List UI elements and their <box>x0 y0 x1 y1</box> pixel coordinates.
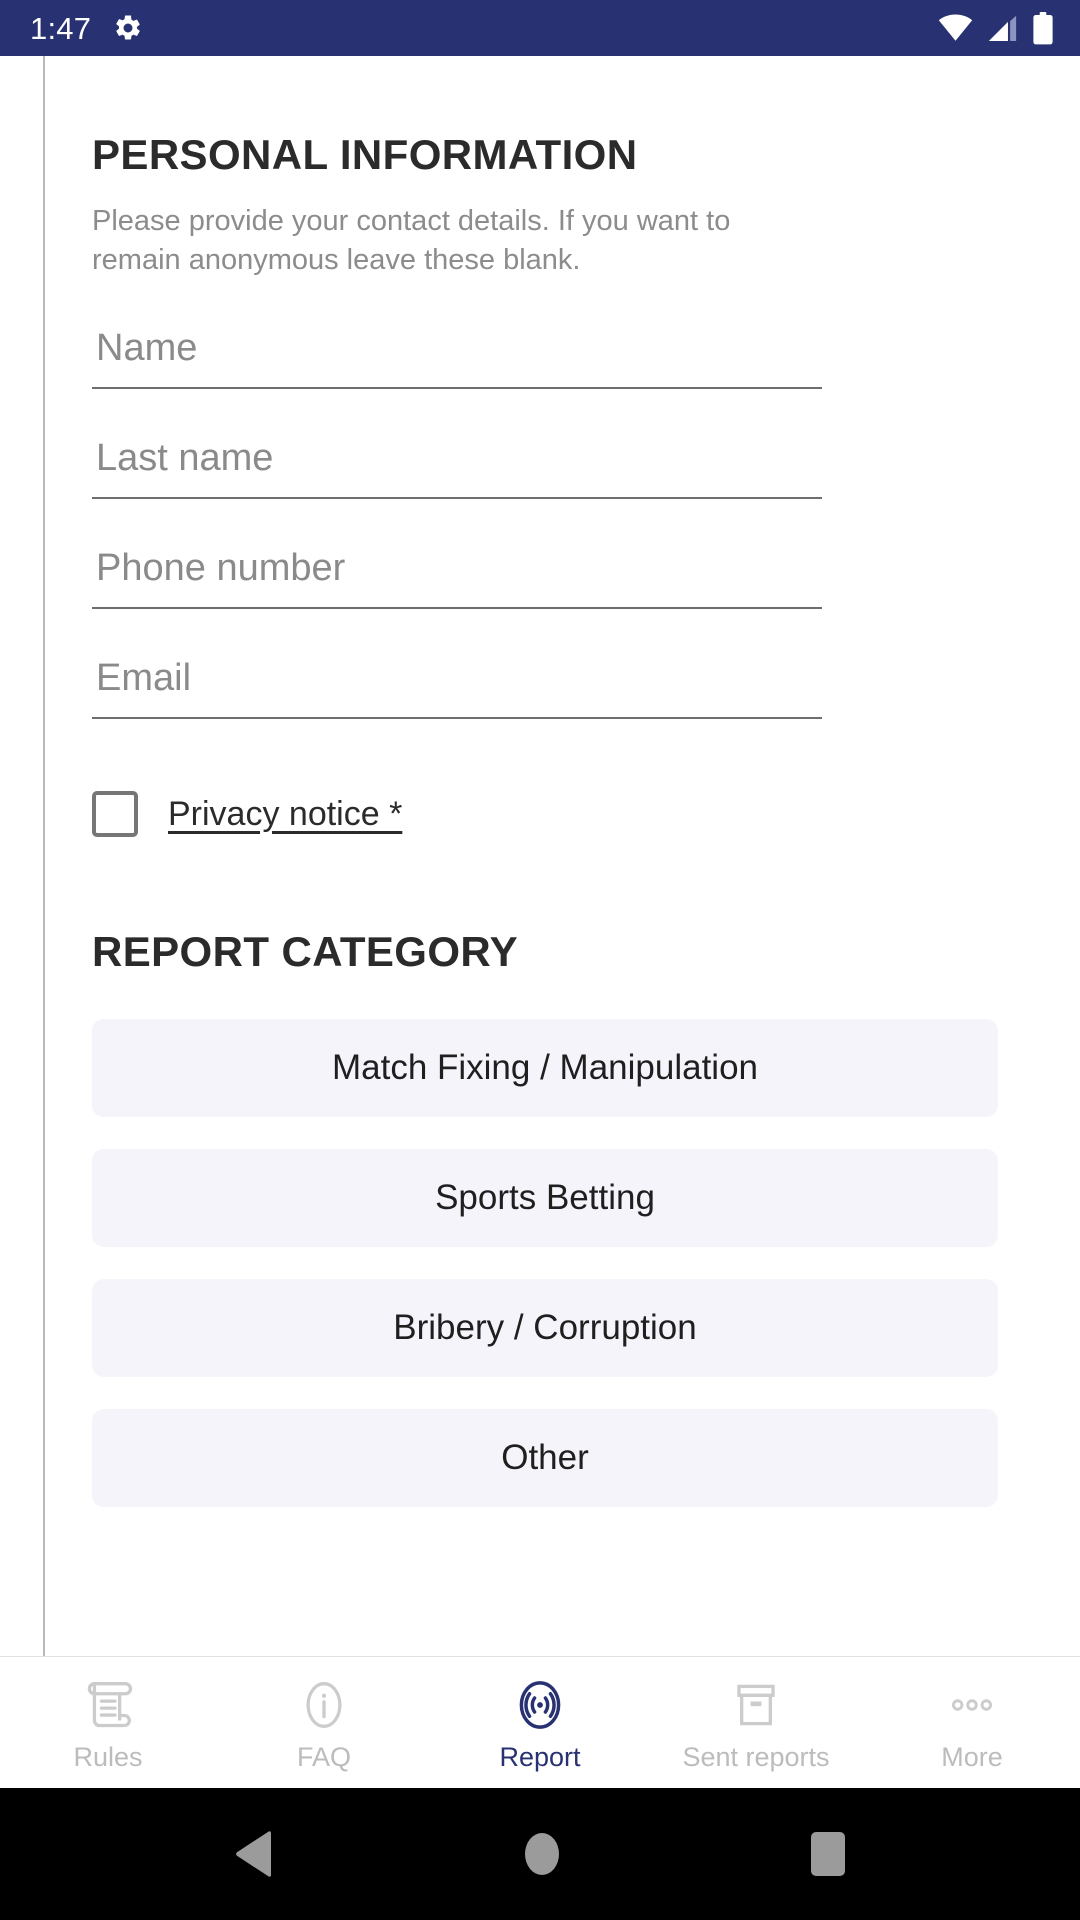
status-bar: 1:47 <box>0 0 1080 56</box>
nav-item-rules[interactable]: Rules <box>0 1657 216 1788</box>
cell-signal-icon <box>986 13 1019 43</box>
recents-square-icon[interactable] <box>809 1831 847 1877</box>
bottom-navigation-bar: Rules FAQ Report Sent reports More <box>0 1656 1080 1788</box>
name-input[interactable] <box>92 323 822 390</box>
nav-label-more: More <box>941 1742 1003 1772</box>
field-name <box>92 323 822 390</box>
section-personal-information: PERSONAL INFORMATION Please provide your… <box>0 56 1080 838</box>
category-list: Match Fixing / Manipulation Sports Betti… <box>92 1019 1010 1508</box>
nav-label-faq: FAQ <box>296 1742 351 1772</box>
status-time: 1:47 <box>30 10 92 46</box>
page-title-personal-information: PERSONAL INFORMATION <box>92 131 638 178</box>
nav-item-more[interactable]: More <box>864 1657 1080 1788</box>
form-scroll-area[interactable]: PERSONAL INFORMATION Please provide your… <box>0 56 1080 1656</box>
nav-item-report[interactable]: Report <box>432 1657 648 1788</box>
nav-label-rules: Rules <box>73 1742 143 1772</box>
wifi-icon <box>938 13 973 43</box>
info-circle-icon <box>293 1674 355 1736</box>
status-bar-left: 1:47 <box>30 13 143 44</box>
category-option-sports-betting[interactable]: Sports Betting <box>92 1149 998 1248</box>
scroll-icon <box>77 1674 139 1736</box>
section-description-personal-information: Please provide your contact details. If … <box>92 205 731 276</box>
back-triangle-icon[interactable] <box>233 1831 275 1877</box>
privacy-notice-link[interactable]: Privacy notice * <box>168 795 402 834</box>
field-phone-number <box>92 543 822 610</box>
app-screen: 1:47 PERSONAL INFORMATION Please provide… <box>0 0 1080 1920</box>
nav-item-faq[interactable]: FAQ <box>216 1657 432 1788</box>
broadcast-icon <box>509 1674 571 1736</box>
section-report-category: REPORT CATEGORY Match Fixing / Manipulat… <box>0 837 1080 1508</box>
page-title-report-category: REPORT CATEGORY <box>92 928 519 976</box>
home-circle-icon[interactable] <box>522 1831 562 1877</box>
email-input[interactable] <box>92 653 822 720</box>
battery-full-icon <box>1032 11 1054 45</box>
gear-icon <box>113 13 143 43</box>
privacy-notice-row[interactable]: Privacy notice * <box>92 791 1010 838</box>
field-last-name <box>92 433 822 500</box>
status-bar-right <box>938 11 1054 45</box>
category-option-bribery-corruption[interactable]: Bribery / Corruption <box>92 1279 998 1378</box>
nav-item-sent-reports[interactable]: Sent reports <box>648 1657 864 1788</box>
category-option-match-fixing[interactable]: Match Fixing / Manipulation <box>92 1019 998 1118</box>
field-email <box>92 653 822 720</box>
three-dots-icon <box>941 1674 1003 1736</box>
phone-number-input[interactable] <box>92 543 822 610</box>
category-option-other[interactable]: Other <box>92 1409 998 1508</box>
archive-box-icon <box>725 1674 787 1736</box>
privacy-notice-checkbox[interactable] <box>92 791 138 838</box>
android-system-navigation <box>0 1788 1080 1920</box>
last-name-input[interactable] <box>92 433 822 500</box>
nav-label-report: Report <box>499 1742 581 1772</box>
nav-label-sent-reports: Sent reports <box>682 1742 830 1772</box>
